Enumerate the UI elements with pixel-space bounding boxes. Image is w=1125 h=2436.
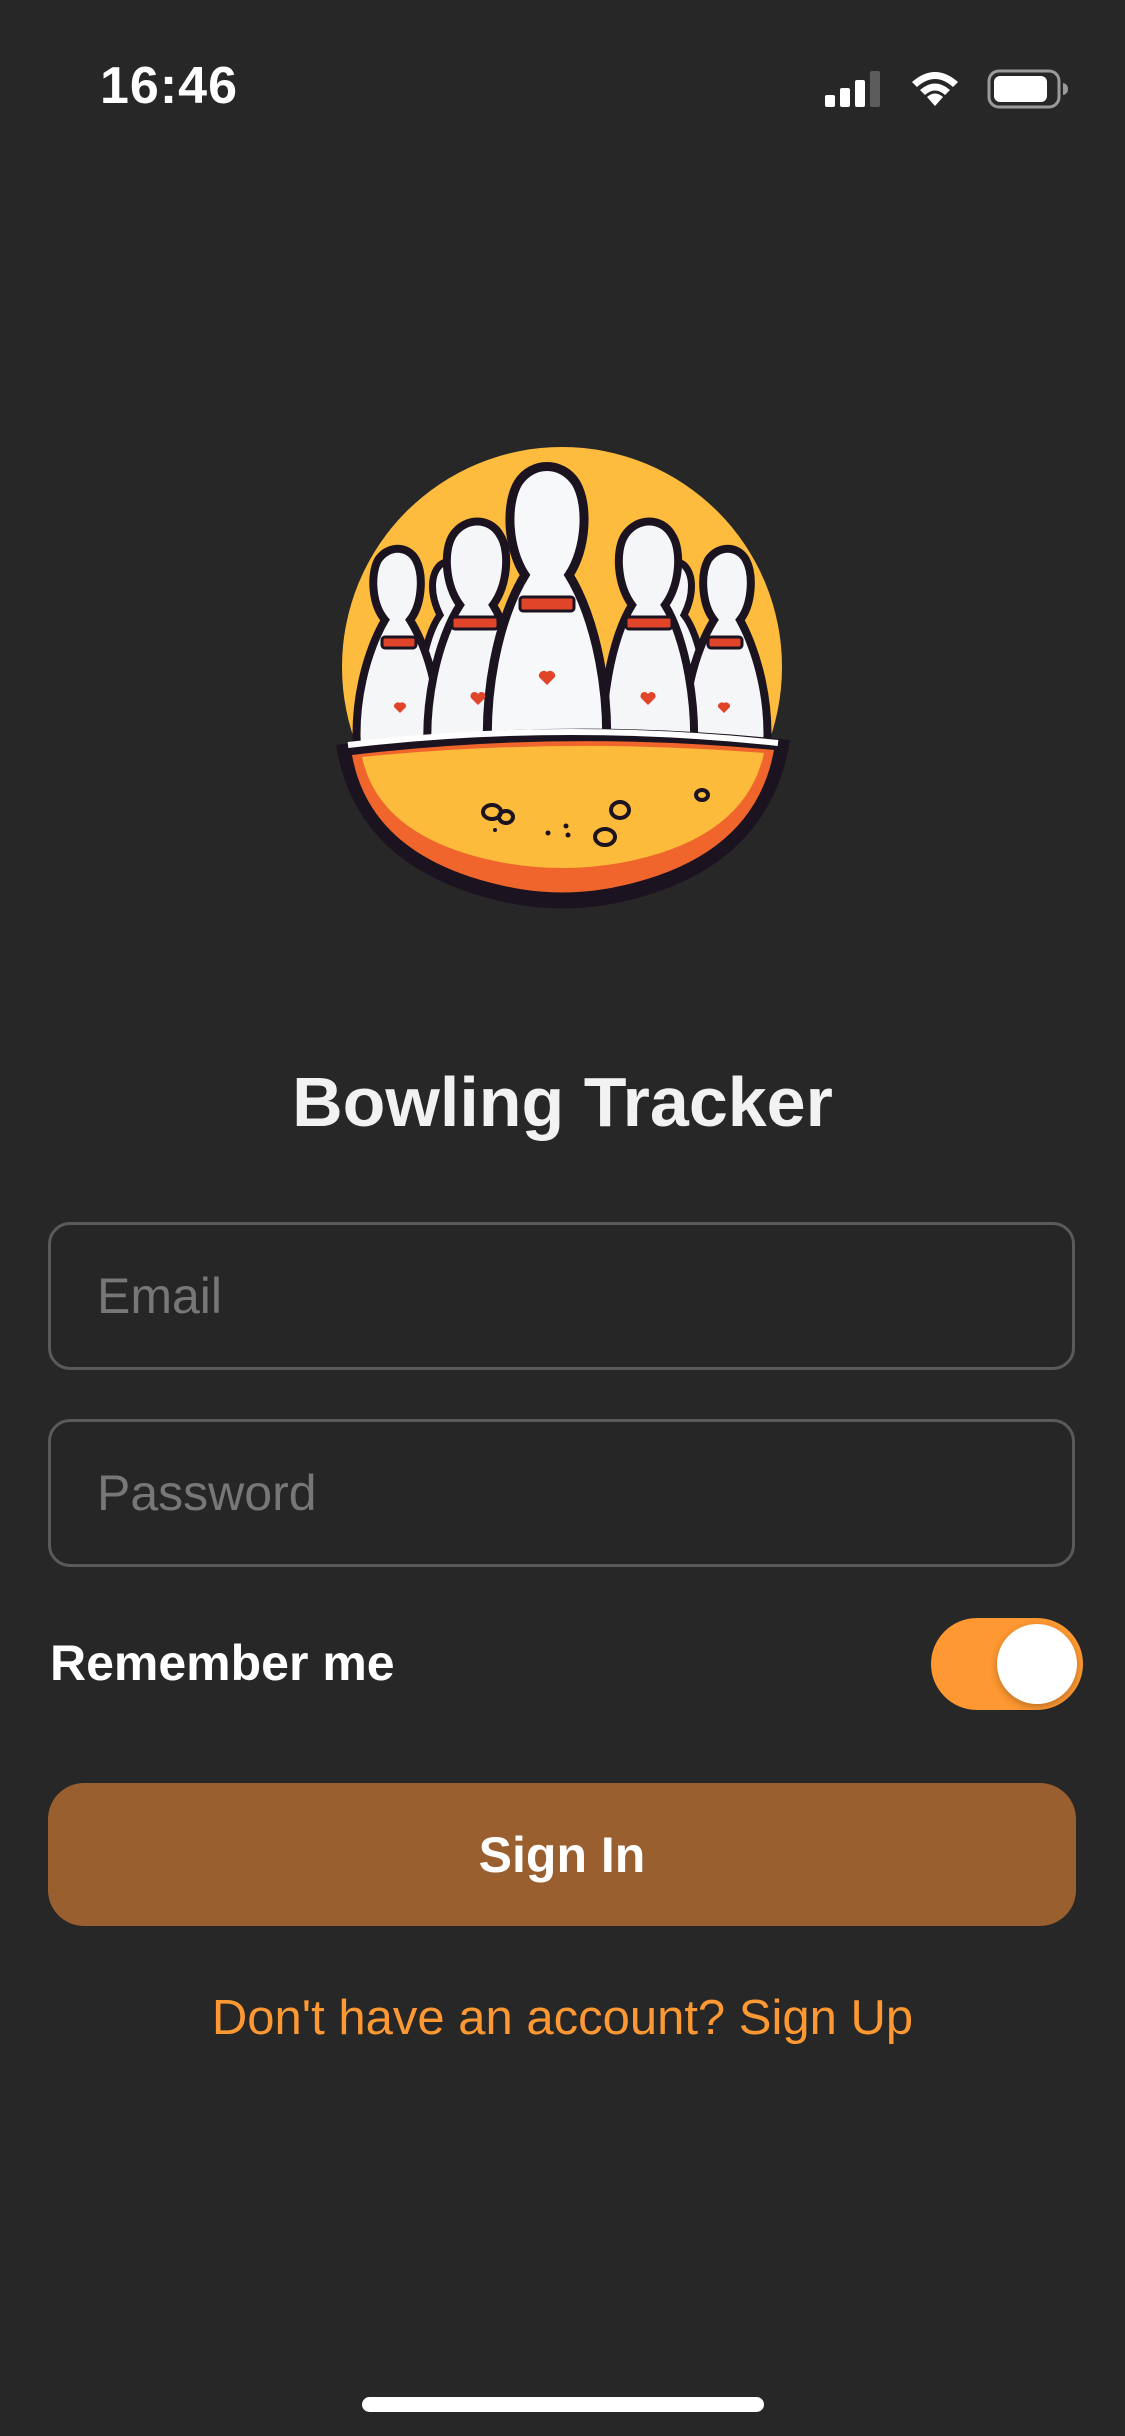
status-bar: 16:46	[0, 0, 1125, 150]
status-time: 16:46	[100, 57, 238, 115]
email-input[interactable]	[51, 1225, 1072, 1367]
sign-up-link[interactable]: Don't have an account? Sign Up	[0, 1990, 1125, 2046]
wifi-icon	[912, 72, 958, 106]
remember-me-toggle[interactable]	[931, 1618, 1083, 1710]
toggle-knob	[997, 1624, 1077, 1704]
app-logo	[330, 445, 795, 915]
bowling-pins-logo-icon	[336, 447, 790, 909]
sign-in-button[interactable]: Sign In	[48, 1783, 1076, 1926]
battery-icon	[987, 69, 1068, 109]
home-indicator	[362, 2397, 764, 2412]
password-field[interactable]	[48, 1419, 1075, 1567]
password-input[interactable]	[51, 1422, 1072, 1564]
app-title: Bowling Tracker	[292, 1063, 833, 1141]
remember-me-row: Remember me	[48, 1618, 1083, 1714]
remember-me-label: Remember me	[50, 1635, 395, 1691]
email-field[interactable]	[48, 1222, 1075, 1370]
signal-icon	[825, 71, 880, 107]
status-icons	[825, 64, 1069, 114]
